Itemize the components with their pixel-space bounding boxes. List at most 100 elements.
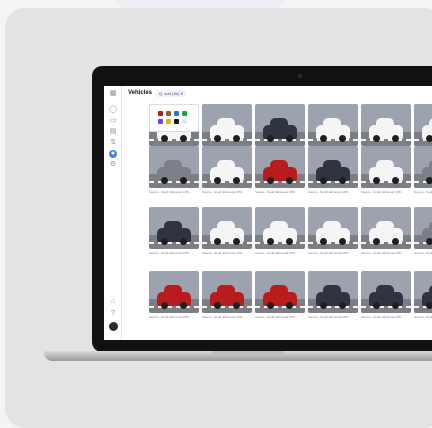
vehicle-photo — [308, 207, 358, 249]
vehicle-photo — [202, 207, 252, 249]
vehicle-card[interactable]: Source - South Elmwood LPR... — [361, 104, 411, 152]
vehicle-caption: Source - South Elmwood LPR... — [149, 251, 192, 255]
vehicle-card[interactable]: Source - South Elmwood LPR... — [414, 271, 432, 319]
car-shape — [316, 221, 350, 245]
car-shape — [210, 118, 244, 142]
car-shape — [157, 285, 191, 309]
car-shape — [369, 221, 403, 245]
bell-icon[interactable]: ⌂ — [109, 298, 117, 306]
vehicle-card[interactable]: Source - South Elmwood LPR... — [202, 207, 252, 255]
car-shape — [422, 118, 432, 142]
app-screen: ▦ ◯ ▭ ▤ ⇅ ● ⚙ ⌂ ? Vehicles Q, sort (4k) … — [104, 86, 432, 340]
vehicle-card[interactable]: Source - South Elmwood LPR... — [414, 146, 432, 194]
vehicle-caption: Source - South Elmwood LPR... — [255, 251, 298, 255]
vehicle-card[interactable]: Source - South Elmwood LPR... — [308, 207, 358, 255]
color-filter-palette[interactable] — [149, 104, 199, 132]
car-shape — [316, 118, 350, 142]
car-shape — [369, 118, 403, 142]
vehicle-photo — [308, 271, 358, 313]
vehicle-photo — [255, 271, 305, 313]
page-title: Vehicles — [128, 90, 153, 96]
car-shape — [157, 221, 191, 245]
vehicle-card[interactable]: Source - South Elmwood LPR... — [308, 146, 358, 194]
car-shape — [422, 221, 432, 245]
vehicle-icon[interactable]: ● — [109, 150, 117, 158]
vehicle-card[interactable]: Source - South Elmwood LPR... — [308, 271, 358, 319]
car-shape — [263, 118, 297, 142]
laptop-notch — [212, 351, 284, 355]
color-swatch[interactable] — [166, 119, 171, 124]
vehicle-card[interactable]: Source - South Elmwood LPR... — [149, 146, 199, 194]
vehicle-caption: Source - South Elmwood LPR... — [255, 315, 298, 319]
car-shape — [263, 221, 297, 245]
vehicle-caption: Source - South Elmwood LPR... — [149, 190, 192, 194]
help-icon[interactable]: ? — [109, 310, 117, 318]
vehicle-card[interactable]: Source - South Elmwood LPR... — [255, 207, 305, 255]
settings-icon[interactable]: ⚙ — [109, 161, 117, 169]
car-shape — [210, 285, 244, 309]
car-shape — [157, 160, 191, 184]
camera-icon[interactable]: ▭ — [109, 117, 117, 125]
header: Vehicles Q, sort (4k) ✕ — [122, 86, 432, 102]
car-shape — [369, 160, 403, 184]
vehicle-photo — [414, 207, 432, 249]
vehicle-photo — [202, 104, 252, 146]
chat-icon[interactable]: ◯ — [109, 106, 117, 114]
vehicle-photo — [202, 271, 252, 313]
sidebar: ▦ ◯ ▭ ▤ ⇅ ● ⚙ ⌂ ? — [104, 86, 122, 340]
vehicle-photo — [414, 104, 432, 146]
car-shape — [263, 160, 297, 184]
vehicle-card[interactable]: Source - South Elmwood LPR... — [149, 271, 199, 319]
vehicle-caption: Source - South Elmwood LPR... — [361, 315, 404, 319]
color-swatch[interactable] — [182, 119, 187, 124]
vehicle-photo — [414, 271, 432, 313]
vehicle-card[interactable]: Source - South Elmwood LPR... — [202, 104, 252, 152]
car-shape — [263, 285, 297, 309]
vehicle-card[interactable]: Source - South Elmwood LPR... — [255, 146, 305, 194]
vehicle-caption: Source - South Elmwood LPR... — [414, 251, 432, 255]
color-swatch[interactable] — [174, 111, 179, 116]
vehicle-caption: Source - South Elmwood LPR... — [361, 251, 404, 255]
avatar[interactable] — [109, 322, 118, 331]
vehicle-photo — [255, 146, 305, 188]
car-shape — [316, 160, 350, 184]
car-shape — [369, 285, 403, 309]
vehicle-card[interactable]: Source - South Elmwood LPR... — [202, 146, 252, 194]
vehicle-card[interactable]: Source - South Elmwood LPR... — [149, 207, 199, 255]
calendar-icon[interactable]: ▤ — [109, 128, 117, 136]
color-swatch[interactable] — [166, 111, 171, 116]
vehicle-photo — [414, 146, 432, 188]
vehicle-photo — [361, 271, 411, 313]
grid-menu-icon[interactable]: ▦ — [109, 90, 117, 98]
vehicle-caption: Source - South Elmwood LPR... — [414, 315, 432, 319]
vehicle-photo — [149, 271, 199, 313]
vehicle-card[interactable]: Source - South Elmwood LPR... — [202, 271, 252, 319]
filter-icon[interactable]: ⇅ — [109, 139, 117, 147]
vehicle-card[interactable]: Source - South Elmwood LPR... — [255, 271, 305, 319]
color-swatch[interactable] — [182, 111, 187, 116]
vehicle-card[interactable]: Source - South Elmwood LPR... — [308, 104, 358, 152]
filter-chip[interactable]: Q, sort (4k) ✕ — [156, 90, 187, 97]
vehicle-photo — [255, 104, 305, 146]
color-swatch[interactable] — [158, 119, 163, 124]
vehicle-caption: Source - South Elmwood LPR... — [361, 190, 404, 194]
vehicle-photo — [149, 146, 199, 188]
vehicle-photo — [149, 207, 199, 249]
vehicle-caption: Source - South Elmwood LPR... — [202, 190, 245, 194]
vehicle-caption: Source - South Elmwood LPR... — [414, 190, 432, 194]
vehicle-card[interactable]: Source - South Elmwood LPR... — [255, 104, 305, 152]
color-swatch[interactable] — [174, 119, 179, 124]
vehicle-card[interactable]: Source - South Elmwood LPR... — [361, 146, 411, 194]
vehicle-card[interactable]: Source - South Elmwood LPR... — [361, 271, 411, 319]
car-shape — [210, 221, 244, 245]
vehicle-caption: Source - South Elmwood LPR... — [308, 315, 351, 319]
vehicle-card[interactable]: Source - South Elmwood LPR... — [414, 207, 432, 255]
vehicle-photo — [308, 104, 358, 146]
vehicle-caption: Source - South Elmwood LPR... — [202, 315, 245, 319]
car-shape — [422, 285, 432, 309]
vehicle-caption: Source - South Elmwood LPR... — [308, 251, 351, 255]
webcam-icon — [298, 74, 302, 78]
vehicle-card[interactable]: Source - South Elmwood LPR... — [361, 207, 411, 255]
vehicle-card[interactable]: Source - South Elmwood LPR... — [414, 104, 432, 152]
color-swatch[interactable] — [158, 111, 163, 116]
